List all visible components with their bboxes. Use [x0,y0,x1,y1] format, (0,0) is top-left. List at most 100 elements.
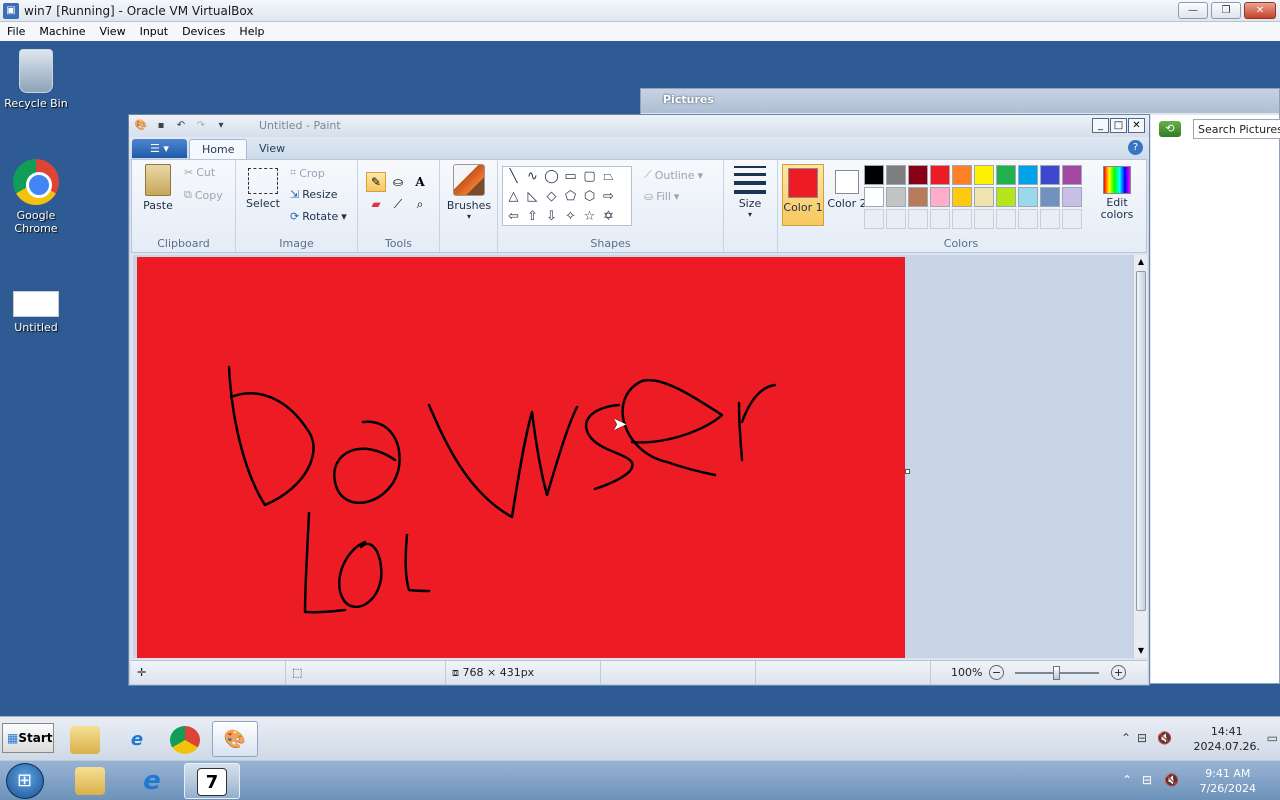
right-arrow-shape-icon[interactable]: ⇨ [599,187,618,206]
rectangle-shape-icon[interactable]: ▭ [561,167,580,186]
menu-help[interactable]: Help [232,25,271,38]
palette-swatch-brown[interactable] [908,187,928,207]
palette-swatch-empty[interactable] [952,209,972,229]
palette-swatch-orange[interactable] [952,165,972,185]
color1-button[interactable]: Color 1 [782,164,824,226]
palette-swatch-empty[interactable] [1018,209,1038,229]
palette-swatch-empty[interactable] [1040,209,1060,229]
palette-swatch-rose[interactable] [930,187,950,207]
redo-icon[interactable]: ↷ [193,118,209,133]
paste-button[interactable]: Paste [140,164,176,212]
eraser-icon[interactable]: ▰ [366,194,386,214]
taskbar-ie[interactable]: e [114,721,160,757]
refresh-icon[interactable]: ⟲ [1159,121,1181,137]
hexagon-shape-icon[interactable]: ⬡ [580,187,599,206]
resize-button[interactable]: ⇲ Resize [290,188,337,201]
zoom-out-icon[interactable]: − [989,665,1004,680]
taskbar-paint[interactable]: 🎨 [212,721,258,757]
tab-home[interactable]: Home [189,139,248,159]
windows-start-orb-icon[interactable] [6,763,44,799]
palette-swatch-blue-gray[interactable] [1040,187,1060,207]
color-picker-icon[interactable]: ⟋ [388,194,408,214]
copy-button[interactable]: ⧉ Copy [184,188,223,202]
palette-swatch-dark-red[interactable] [908,165,928,185]
scrollbar-thumb[interactable] [1136,271,1146,611]
six-point-star-icon[interactable]: ✡ [599,207,618,226]
guest-clock[interactable]: 14:41 2024.07.26. [1194,724,1260,754]
save-icon[interactable]: ▪ [153,118,169,133]
desktop-icon-chrome[interactable]: Google Chrome [0,159,72,235]
host-taskbar-explorer[interactable] [62,763,118,799]
paint-minimize-button[interactable]: _ [1092,118,1109,133]
show-desktop-icon[interactable]: ▭ [1267,731,1278,745]
text-tool-icon[interactable]: A [410,172,430,192]
host-taskbar-virtualbox[interactable]: 7 [184,763,240,799]
host-clock[interactable]: 9:41 AM 7/26/2024 [1200,766,1256,796]
palette-swatch-lime[interactable] [996,187,1016,207]
show-hidden-icons-icon[interactable]: ⌃ [1121,731,1131,745]
pentagon-shape-icon[interactable]: ⬠ [561,187,580,206]
palette-swatch-purple[interactable] [1062,165,1082,185]
polygon-shape-icon[interactable]: ⏢ [599,167,618,186]
palette-swatch-indigo[interactable] [1040,165,1060,185]
menu-file[interactable]: File [0,25,32,38]
volume-muted-icon[interactable]: 🔇 [1164,773,1179,787]
size-button[interactable]: Size ▾ [730,166,770,219]
fill-bucket-icon[interactable]: ⛀ [388,172,408,192]
magnifier-icon[interactable]: ⌕ [410,194,430,214]
network-icon[interactable]: ⊟ [1142,773,1152,787]
outline-button[interactable]: ⟋ Outline ▾ [644,168,703,182]
palette-swatch-empty[interactable] [1062,209,1082,229]
drawing-canvas[interactable] [137,257,905,658]
scroll-up-icon[interactable]: ▲ [1134,255,1148,269]
palette-swatch-gray[interactable] [886,165,906,185]
crop-button[interactable]: ⌗ Crop [290,166,325,180]
palette-swatch-empty[interactable] [864,209,884,229]
palette-swatch-turquoise[interactable] [1018,165,1038,185]
palette-swatch-empty[interactable] [930,209,950,229]
down-arrow-shape-icon[interactable]: ⇩ [542,207,561,226]
palette-swatch-yellow[interactable] [974,165,994,185]
up-arrow-shape-icon[interactable]: ⇧ [523,207,542,226]
diamond-shape-icon[interactable]: ◇ [542,187,561,206]
palette-swatch-lavender[interactable] [1062,187,1082,207]
zoom-slider-thumb[interactable] [1053,666,1060,680]
four-point-star-icon[interactable]: ✧ [561,207,580,226]
palette-swatch-light-turquoise[interactable] [1018,187,1038,207]
palette-swatch-red[interactable] [930,165,950,185]
color2-button[interactable]: Color 2 [826,164,868,226]
brushes-button[interactable]: Brushes ▾ [446,164,492,221]
menu-devices[interactable]: Devices [175,25,232,38]
curve-shape-icon[interactable]: ∿ [523,167,542,186]
palette-swatch-empty[interactable] [908,209,928,229]
taskbar-explorer[interactable] [62,721,108,757]
search-input[interactable]: Search Pictures [1193,119,1280,139]
rotate-button[interactable]: ⟳ Rotate ▾ [290,210,347,223]
start-button[interactable]: ▦Start [2,723,54,753]
left-arrow-shape-icon[interactable]: ⇦ [504,207,523,226]
desktop-icon-untitled[interactable]: Untitled [0,291,72,334]
palette-swatch-black[interactable] [864,165,884,185]
help-icon[interactable]: ? [1128,140,1143,155]
cut-button[interactable]: ✂ Cut [184,166,215,179]
minimize-button[interactable]: — [1178,2,1208,19]
menu-input[interactable]: Input [133,25,175,38]
palette-swatch-light-yellow[interactable] [974,187,994,207]
zoom-in-icon[interactable]: + [1111,665,1126,680]
host-taskbar-ie[interactable]: e [124,763,180,799]
taskbar-chrome[interactable] [162,721,208,757]
customize-qat-icon[interactable]: ▾ [213,118,229,133]
palette-swatch-white[interactable] [864,187,884,207]
paint-maximize-button[interactable]: □ [1110,118,1127,133]
scroll-down-icon[interactable]: ▼ [1134,644,1148,658]
palette-swatch-empty[interactable] [996,209,1016,229]
palette-swatch-gold[interactable] [952,187,972,207]
network-icon[interactable]: ⊟ [1137,731,1147,745]
volume-muted-icon[interactable]: 🔇 [1157,731,1172,745]
tab-view[interactable]: View [247,139,297,159]
close-button[interactable]: ✕ [1244,2,1276,19]
show-hidden-icons-icon[interactable]: ⌃ [1122,773,1132,787]
line-shape-icon[interactable]: ╲ [504,167,523,186]
triangle-shape-icon[interactable]: △ [504,187,523,206]
pencil-icon[interactable]: ✎ [366,172,386,192]
